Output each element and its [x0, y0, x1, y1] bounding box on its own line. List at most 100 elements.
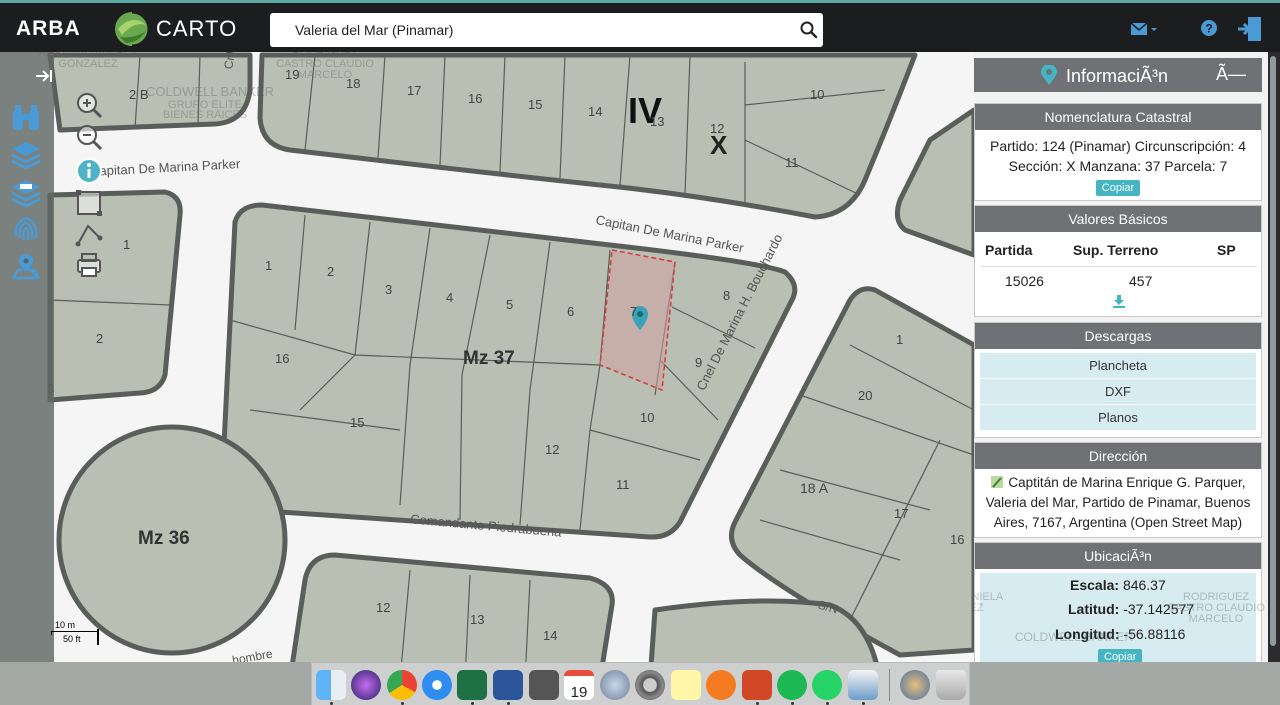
info-panel-title: InformaciÃ³n Ã— — [974, 58, 1262, 92]
mz37-label: Mz 37 — [463, 348, 515, 369]
calendar-icon[interactable]: 19 — [564, 670, 594, 701]
copy-location-button[interactable]: Copiar — [1098, 649, 1143, 662]
lot-label: 11 — [616, 477, 630, 492]
lot-label: 5 — [506, 297, 514, 312]
lot-label: 17 — [894, 506, 909, 521]
lot-label: 12 — [710, 121, 725, 136]
zoom-in-icon[interactable] — [74, 90, 104, 120]
download-plancheta-link[interactable]: Plancheta — [980, 353, 1256, 379]
lot-label: 10 — [810, 87, 825, 102]
lot-label: 11 — [785, 155, 799, 170]
address-text: Captitán de Marina Enrique G. Parquer, V… — [985, 475, 1251, 530]
watermark: RODRIGUEZ CASTRO CLAUDIO MARCELO — [276, 52, 374, 81]
copy-nomenclatura-button[interactable]: Copiar — [1095, 180, 1141, 196]
download-icon[interactable] — [1112, 294, 1126, 308]
word-icon[interactable] — [493, 670, 523, 700]
scrollbar-thumb[interactable] — [1270, 56, 1276, 646]
info-panel: InformaciÃ³n Ã— Nomenclatura Catastral P… — [974, 52, 1268, 662]
nomenclatura-line-2: Sección: X Manzana: 37 Parcela: 7 — [1008, 158, 1228, 174]
search-box — [270, 13, 823, 47]
collapse-panel-icon[interactable]: Ã— — [1216, 64, 1246, 85]
preview-icon[interactable] — [848, 670, 878, 700]
nomenclatura-line-1: Partido: 124 (Pinamar) Circunscripción: … — [990, 138, 1246, 154]
logout-icon[interactable] — [1236, 15, 1264, 43]
new-layers-icon[interactable] — [10, 176, 42, 208]
binoculars-icon[interactable] — [10, 102, 42, 134]
lot-label: 10 — [640, 410, 655, 425]
lot-label: 12 — [376, 600, 391, 615]
safari-icon[interactable] — [422, 670, 452, 700]
watermark: ADRIANA DANIELA GONZALEZ — [974, 591, 1004, 614]
block-top-right — [894, 107, 974, 258]
watermark: RODRIGUEZ CASTRO CLAUDIO MARCELO — [1167, 591, 1265, 625]
download-planos-link[interactable]: Planos — [980, 405, 1256, 431]
download-dxf-link[interactable]: DXF — [980, 379, 1256, 405]
layers-icon[interactable] — [10, 138, 42, 170]
lot-label: 16 — [468, 91, 483, 106]
downloads-stack-icon[interactable] — [900, 670, 930, 700]
map-canvas[interactable]: IV X Mz 37 Mz 36 Capitan De Marina Parke… — [0, 52, 974, 662]
measure-line-icon[interactable] — [74, 220, 104, 250]
print-icon[interactable] — [74, 250, 104, 280]
siri-icon[interactable] — [351, 670, 381, 700]
whatsapp-icon[interactable] — [812, 670, 842, 700]
notes-icon[interactable] — [671, 670, 701, 700]
lot-label: 17 — [407, 83, 422, 98]
trash-icon[interactable] — [936, 670, 966, 700]
lot-label: 16 — [275, 351, 290, 366]
column-header: Partida — [985, 242, 1033, 258]
lot-label: 8 — [723, 288, 731, 303]
lot-label: 2 — [96, 331, 104, 346]
finder-icon[interactable] — [316, 670, 346, 700]
zoom-out-icon[interactable] — [74, 122, 104, 152]
fingerprint-icon[interactable] — [10, 212, 42, 244]
mz36-label: Mz 36 — [138, 528, 190, 549]
table-cell: 457 — [1129, 273, 1153, 289]
lot-label: 1 — [896, 332, 904, 347]
section-header: UbicaciÃ³n — [975, 543, 1261, 569]
lot-label: 1 — [265, 258, 273, 273]
scale-bar: 10 m 50 ft — [51, 620, 101, 648]
top-bar: ARBA CARTO ? — [0, 0, 1280, 52]
lot-label: 14 — [543, 628, 558, 643]
section-header: Valores Básicos — [975, 206, 1261, 232]
lot-label: 13 — [470, 612, 485, 627]
brand-logo[interactable]: ARBA — [16, 17, 81, 41]
powerpoint-icon[interactable] — [742, 670, 772, 700]
latitude-label: Latitud: — [1068, 601, 1120, 617]
expand-arrow-icon[interactable] — [34, 66, 54, 86]
info-icon[interactable] — [74, 156, 104, 186]
launchpad-icon[interactable] — [600, 670, 630, 700]
valores-section: Valores Básicos Partida Sup. Terreno SP … — [974, 205, 1262, 317]
measure-area-icon[interactable] — [74, 188, 104, 218]
mail-dropdown-icon[interactable] — [1130, 19, 1158, 39]
lot-label: 1 — [123, 237, 131, 252]
svg-text:?: ? — [1205, 22, 1212, 36]
books-icon[interactable] — [706, 670, 736, 700]
watermark: COLDWELL BANKER — [145, 84, 275, 99]
system-preferences-icon[interactable] — [635, 670, 665, 700]
info-panel-title-text: InformaciÃ³n — [1066, 66, 1169, 86]
search-icon[interactable] — [799, 20, 819, 40]
help-icon[interactable]: ? — [1200, 19, 1218, 37]
lot-label: 13 — [650, 114, 665, 129]
map-location-icon[interactable] — [10, 250, 42, 282]
lot-label: 20 — [858, 388, 873, 403]
lot-label: 14 — [588, 104, 603, 119]
location-pin-icon — [1041, 65, 1057, 85]
left-toolbar — [0, 52, 54, 662]
carto-logo-text: CARTO — [156, 16, 238, 41]
panel-scrollbar[interactable] — [1268, 52, 1280, 662]
block-bottom — [290, 552, 615, 662]
nomenclatura-section: Nomenclatura Catastral Partido: 124 (Pin… — [974, 103, 1262, 201]
lot-label: 4 — [446, 290, 454, 305]
block-left — [47, 189, 183, 403]
watermark: COLDWELL BANKER — [1014, 630, 1134, 644]
spotify-icon[interactable] — [777, 670, 807, 700]
search-input[interactable] — [270, 13, 790, 47]
excel-icon[interactable] — [457, 670, 487, 700]
calculator-icon[interactable] — [529, 670, 559, 700]
lot-label: 2 — [327, 264, 335, 279]
lot-label: 15 — [350, 415, 365, 430]
chrome-icon[interactable] — [387, 670, 417, 700]
